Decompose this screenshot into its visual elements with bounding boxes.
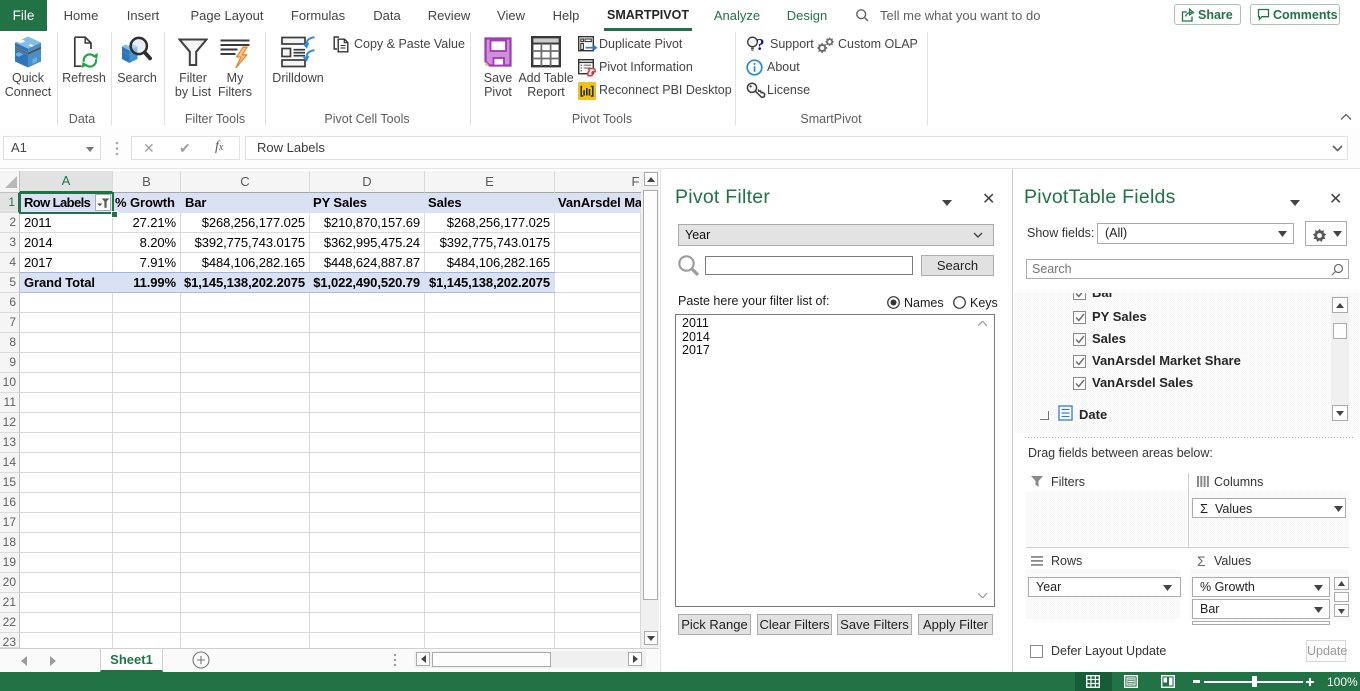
svg-text:?: ? [756,36,765,54]
